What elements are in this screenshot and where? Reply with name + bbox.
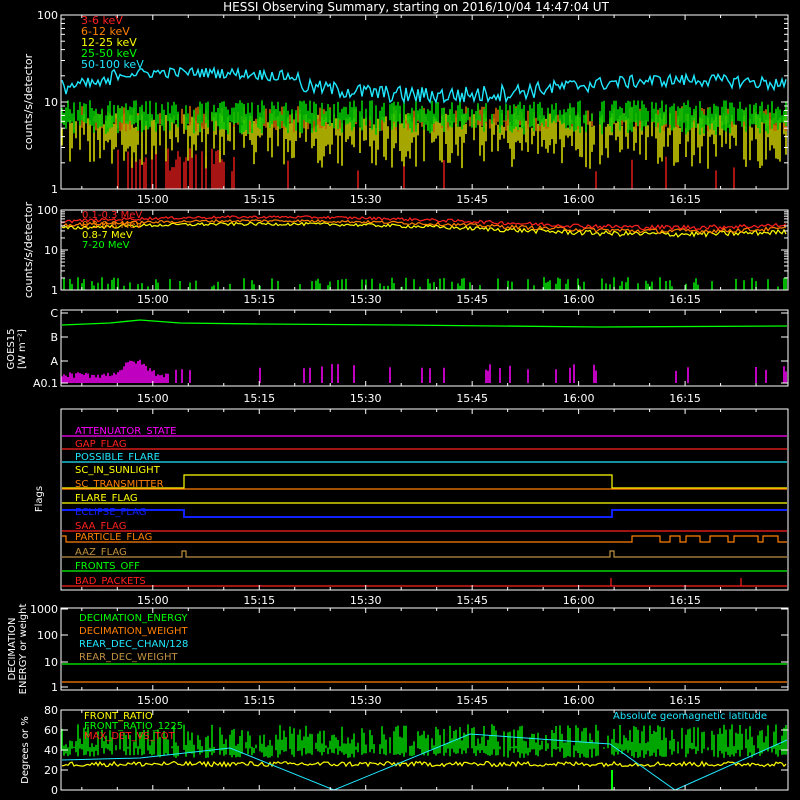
y-tick-label: 100 [37, 9, 58, 22]
legend-decimation-energy: DECIMATION_ENERGY [79, 613, 188, 624]
flag-label-saa_flag: SAA_FLAG [75, 521, 126, 532]
flag-label-possible_flare: POSSIBLE_FLARE [75, 452, 160, 463]
legend-rear-dec-weight: REAR_DEC_WEIGHT [79, 652, 178, 663]
y-tick-label: 40 [44, 744, 58, 757]
y-axis-label-units: [W m⁻²] [17, 329, 28, 369]
y-axis-label: GOES15 [6, 328, 17, 369]
legend-50-100-keV: 50-100 keV [81, 58, 144, 71]
y-tick-label: 10 [44, 96, 58, 109]
y-tick-label: A0.1 [33, 377, 58, 390]
legend-max-det-vs-tot: MAX_DET_VS_TOT [84, 731, 176, 742]
y-tick-label: 80 [44, 704, 58, 717]
y-axis-label: DECIMATION [7, 617, 18, 680]
flag-label-particle_flag: PARTICLE_FLAG [75, 532, 152, 543]
x-tick-label: 15:00 [137, 694, 169, 707]
flag-label-fronts_off: FRONTS_OFF [75, 561, 140, 572]
flag-label-sc_transmitter: SC_TRANSMITTER [75, 479, 164, 490]
y-tick-label: 1 [51, 681, 58, 694]
y-tick-label: B [50, 331, 58, 344]
x-tick-label: 15:30 [350, 694, 382, 707]
x-tick-label: 16:00 [563, 392, 595, 405]
flag-label-attenuator_state: ATTENUATOR_STATE [75, 426, 176, 437]
x-tick-label: 15:30 [350, 193, 382, 206]
legend-decimation-weight: DECIMATION_WEIGHT [79, 626, 188, 637]
x-tick-label: 15:00 [137, 594, 169, 607]
x-tick-label: 15:45 [456, 694, 488, 707]
y-axis-label: Degrees or % [20, 716, 31, 784]
y-tick-label: A [50, 355, 58, 368]
flag-label-sc_in_sunlight: SC_IN_SUNLIGHT [75, 465, 161, 476]
x-tick-label: 16:15 [669, 594, 701, 607]
y-axis-label: counts/s/detector [22, 201, 35, 298]
x-tick-label: 15:45 [456, 293, 488, 306]
x-tick-label: 16:00 [563, 594, 595, 607]
flag-label-aaz_flag: AAZ_FLAG [75, 547, 127, 558]
x-tick-label: 16:15 [669, 193, 701, 206]
x-tick-label: 16:15 [669, 694, 701, 707]
x-tick-label: 15:15 [243, 594, 275, 607]
x-tick-label: 15:15 [243, 392, 275, 405]
y-axis-label: Flags [34, 486, 45, 512]
flag-label-flare_flag: FLARE_FLAG [75, 493, 138, 504]
y-tick-label: 1000 [30, 603, 58, 616]
y-tick-label: 60 [44, 724, 58, 737]
y-axis-label-2: ENERGY or weight [18, 604, 29, 695]
x-tick-label: 15:15 [243, 694, 275, 707]
x-tick-label: 15:45 [456, 392, 488, 405]
annotation-geomagnetic-latitude: Absolute geomagnetic latitude [613, 711, 767, 722]
x-tick-label: 15:00 [137, 392, 169, 405]
x-tick-label: 15:15 [243, 293, 275, 306]
x-tick-label: 16:15 [669, 392, 701, 405]
chart-title: HESSI Observing Summary, starting on 201… [223, 0, 609, 14]
x-tick-label: 16:00 [563, 293, 595, 306]
x-tick-label: 15:45 [456, 193, 488, 206]
x-tick-label: 15:30 [350, 594, 382, 607]
y-tick-label: 10 [44, 244, 58, 257]
y-tick-label: C [50, 307, 58, 320]
flag-label-bad_packets: BAD_PACKETS [75, 576, 146, 587]
y-tick-label: 0 [51, 784, 58, 797]
y-axis-label: counts/s/detector [22, 53, 35, 150]
x-tick-label: 16:15 [669, 293, 701, 306]
x-tick-label: 16:00 [563, 694, 595, 707]
flag-label-eclipse_flag: ECLIPSE_FLAG [75, 507, 146, 518]
x-tick-label: 15:30 [350, 392, 382, 405]
legend-rear-dec-chan-128: REAR_DEC_CHAN/128 [79, 639, 188, 650]
y-tick-label: 100 [37, 629, 58, 642]
observing-summary-chart: HESSI Observing Summary, starting on 201… [0, 0, 800, 800]
x-tick-label: 16:00 [563, 193, 595, 206]
y-tick-label: 100 [37, 204, 58, 217]
y-tick-label: 10 [44, 656, 58, 669]
x-tick-label: 15:15 [243, 193, 275, 206]
x-tick-label: 15:30 [350, 293, 382, 306]
legend-7-20-MeV: 7-20 MeV [82, 240, 130, 251]
y-tick-label: 1 [51, 183, 58, 196]
y-tick-label: 20 [44, 764, 58, 777]
x-tick-label: 15:45 [456, 594, 488, 607]
flag-label-gap_flag: GAP_FLAG [75, 439, 127, 450]
x-tick-label: 15:00 [137, 193, 169, 206]
y-tick-label: 1 [51, 284, 58, 297]
x-tick-label: 15:00 [137, 293, 169, 306]
